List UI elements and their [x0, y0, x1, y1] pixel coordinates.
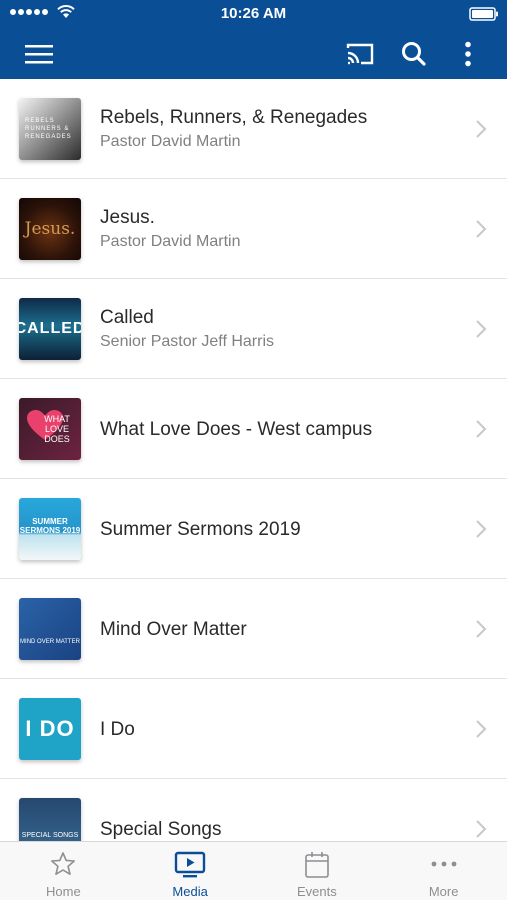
item-subtitle: Senior Pastor Jeff Harris — [100, 333, 274, 350]
ellipsis-icon — [431, 861, 457, 867]
item-title: What Love Does - West campus — [100, 419, 373, 440]
search-button[interactable] — [398, 38, 430, 70]
series-thumbnail: MIND OVER MATTER — [19, 598, 81, 660]
list-item[interactable]: SPECIAL SONGS Special Songs — [0, 779, 507, 841]
list-item[interactable]: MIND OVER MATTER Mind Over Matter — [0, 579, 507, 679]
chevron-right-icon — [476, 420, 487, 438]
item-subtitle: Pastor David Martin — [100, 233, 241, 250]
series-thumbnail: I DO — [19, 698, 81, 760]
cast-button[interactable] — [344, 38, 376, 70]
search-icon — [402, 42, 426, 66]
vertical-ellipsis-icon — [465, 41, 471, 67]
item-title: Summer Sermons 2019 — [100, 519, 301, 540]
series-thumbnail: SPECIAL SONGS — [19, 798, 81, 841]
menu-button[interactable] — [23, 38, 55, 70]
series-thumbnail: SUMMER SERMONS 2019 — [19, 498, 81, 560]
tab-events[interactable]: Events — [254, 842, 381, 900]
series-thumbnail: CALLED — [19, 298, 81, 360]
item-title: Mind Over Matter — [100, 619, 247, 640]
list-item[interactable]: WHAT LOVE DOES What Love Does - West cam… — [0, 379, 507, 479]
item-title: Called — [100, 307, 154, 328]
chevron-right-icon — [476, 620, 487, 638]
list-item[interactable]: REBELS RUNNERS & RENEGADES Rebels, Runne… — [0, 79, 507, 179]
chevron-right-icon — [476, 720, 487, 738]
status-time: 10:26 AM — [220, 5, 287, 22]
media-list: REBELS RUNNERS & RENEGADES Rebels, Runne… — [0, 79, 507, 841]
tab-label: Events — [297, 884, 337, 899]
list-item[interactable]: I DO I Do — [0, 679, 507, 779]
tv-play-icon — [174, 851, 206, 878]
item-title: Special Songs — [100, 819, 222, 840]
chevron-right-icon — [476, 120, 487, 138]
calendar-icon — [305, 852, 329, 878]
list-item[interactable]: SUMMER SERMONS 2019 Summer Sermons 2019 — [0, 479, 507, 579]
chevron-right-icon — [476, 820, 487, 838]
chevron-right-icon — [476, 220, 487, 238]
series-thumbnail: WHAT LOVE DOES — [19, 398, 81, 460]
tab-bar: Home Media Events More — [0, 841, 507, 900]
list-item[interactable]: CALLED Called Senior Pastor Jeff Harris — [0, 279, 507, 379]
toolbar — [0, 28, 507, 79]
hamburger-menu-icon — [25, 45, 53, 64]
tab-media[interactable]: Media — [127, 842, 254, 900]
status-bar: 10:26 AM — [0, 0, 507, 28]
overflow-menu-button[interactable] — [452, 38, 484, 70]
tab-label: Media — [172, 884, 208, 899]
tab-more[interactable]: More — [380, 842, 507, 900]
tab-home[interactable]: Home — [0, 842, 127, 900]
list-item[interactable]: Jesus. Jesus. Pastor David Martin — [0, 179, 507, 279]
item-title: I Do — [100, 719, 135, 740]
series-thumbnail: REBELS RUNNERS & RENEGADES — [19, 98, 81, 160]
tab-label: Home — [46, 884, 81, 899]
tab-label: More — [428, 884, 459, 899]
battery-icon — [469, 7, 498, 21]
chevron-right-icon — [476, 320, 487, 338]
app-header: 10:26 AM — [0, 0, 507, 79]
series-thumbnail: Jesus. — [19, 198, 81, 260]
star-icon — [51, 852, 76, 875]
item-title: Rebels, Runners, & Renegades — [100, 107, 368, 128]
cast-icon — [346, 43, 374, 65]
chevron-right-icon — [476, 520, 487, 538]
item-title: Jesus. — [100, 207, 155, 228]
item-subtitle: Pastor David Martin — [100, 133, 241, 150]
